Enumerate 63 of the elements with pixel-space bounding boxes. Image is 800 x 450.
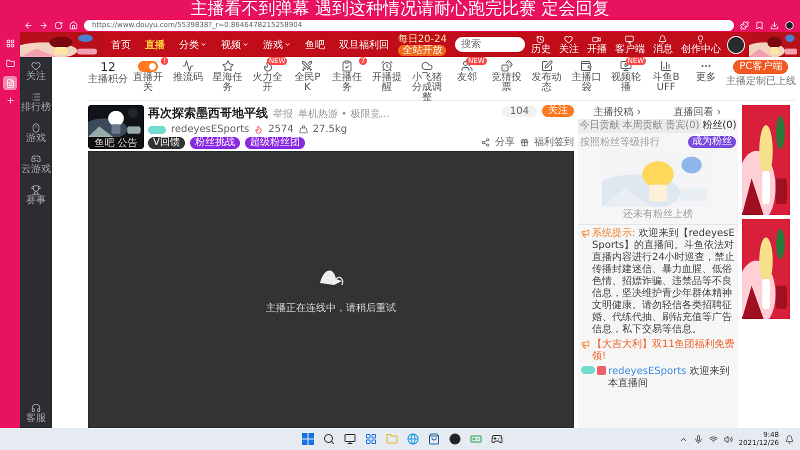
nav-link[interactable]: 游戏 <box>258 38 296 52</box>
score-value: 12 <box>100 60 116 74</box>
panel-link[interactable]: 直播回看 <box>674 105 722 119</box>
join-button[interactable]: 成为粉丝 <box>688 136 736 148</box>
sidebar-item[interactable]: 关注 <box>26 61 46 82</box>
tool-label[interactable]: 更多 <box>690 73 722 83</box>
status-text: 主播正在连线中，请稍后重试 <box>266 302 396 314</box>
header-action[interactable]: 消息 <box>650 34 675 54</box>
follower-count: 104 <box>502 106 537 116</box>
nav-link[interactable]: 视频 <box>216 38 254 52</box>
sidebar-item[interactable]: 客服 <box>26 403 46 424</box>
chat-message: redeyesESports 欢迎来到本直播间 <box>608 366 731 390</box>
badge-pill[interactable]: 超级粉丝团 <box>244 137 305 149</box>
sidebar-item[interactable]: 游戏 <box>26 123 46 144</box>
nav-link[interactable]: 分类 <box>174 38 212 52</box>
sidebar-item[interactable]: 云游戏 <box>21 154 51 175</box>
tool-label[interactable]: 火力全开 <box>252 73 283 93</box>
tool-label[interactable]: 推流码 <box>172 73 204 83</box>
tool-label[interactable]: 全民PK <box>292 73 323 93</box>
tool-label[interactable]: 直播开关 <box>132 73 164 93</box>
avatar-link[interactable]: 公告 <box>118 138 138 148</box>
client-button[interactable]: PC客户端 <box>733 60 788 74</box>
nav-link[interactable]: 双旦福利回 <box>334 38 394 52</box>
notice-message: 【大吉大利】双11鱼团福利免费领! <box>592 339 735 363</box>
badge-pill[interactable]: 粉丝挑战 <box>190 137 240 149</box>
rank-tab[interactable]: 粉丝(0) <box>700 119 738 133</box>
weight-value: 27.5kg <box>312 124 348 135</box>
tool-label[interactable]: 主播任务 <box>332 73 363 93</box>
empty-text: 还未有粉丝上榜 <box>578 207 738 225</box>
promo-date: 每日20-24 <box>398 34 447 44</box>
system-message: 系统提示: 欢迎来到【redeyesESports】的直播间。斗鱼依法对直播内容进行24小时巡查，禁止传播封建迷信、暴力血腥、低俗色情、招嫖诈骗、违禁品等不良信息，坚决维护青少年群体精神文明健康。请勿轻信各类招聘征婚、代练代抽、刷钻充值等广告信息，私下交易等信息。 <box>592 228 735 336</box>
tool-label[interactable]: 斗鱼BUFF <box>650 73 682 93</box>
share-link[interactable]: 分享 <box>495 135 515 149</box>
sidebar-item[interactable]: 排行榜 <box>21 92 51 113</box>
header-action[interactable]: 关注 <box>556 34 581 54</box>
client-note: 主播定制已上线 <box>726 76 796 87</box>
header-action[interactable]: 历史 <box>528 34 553 54</box>
header-action[interactable]: 客户端 <box>612 34 647 54</box>
nav-link[interactable]: 首页 <box>106 38 136 52</box>
panel-link[interactable]: 主播投稿 <box>594 105 642 119</box>
tool-label[interactable]: 小飞猪分成调整 <box>411 73 442 103</box>
rank-note: 按照粉丝等级排行 <box>580 136 660 149</box>
stream-title: 再次探索墨西哥地平线 <box>148 105 268 122</box>
tool-label[interactable]: 视频轮播 <box>610 73 642 93</box>
tool-label[interactable]: 发布动态 <box>531 73 562 93</box>
nav-link[interactable]: 直播 <box>140 38 170 52</box>
tool-label[interactable]: 开播提醒 <box>372 73 403 93</box>
nav-link[interactable]: 鱼吧 <box>300 38 330 52</box>
checkin-link[interactable]: 福利签到 <box>534 135 574 149</box>
avatar-link[interactable]: 鱼吧 <box>94 138 114 148</box>
promo-tag: 全站开放 <box>398 44 446 56</box>
streamer-name[interactable]: redeyesESports <box>171 124 250 135</box>
badge-pill[interactable]: V回馈 <box>148 137 185 149</box>
tool-label[interactable]: 友邻 <box>451 73 482 83</box>
tool-label[interactable]: 主播口袋 <box>570 73 602 93</box>
sidebar-item[interactable]: 赛事 <box>26 185 46 206</box>
score-label: 主播积分 <box>88 74 128 85</box>
header-action[interactable]: 开播 <box>584 34 609 54</box>
header-action[interactable]: 创作中心 <box>678 34 723 54</box>
heat-count: 2574 <box>268 124 294 135</box>
tool-label[interactable]: 竞猜投票 <box>491 73 522 93</box>
search-field[interactable]: 搜索 <box>454 37 525 52</box>
tool-label[interactable]: 星海任务 <box>212 73 244 93</box>
